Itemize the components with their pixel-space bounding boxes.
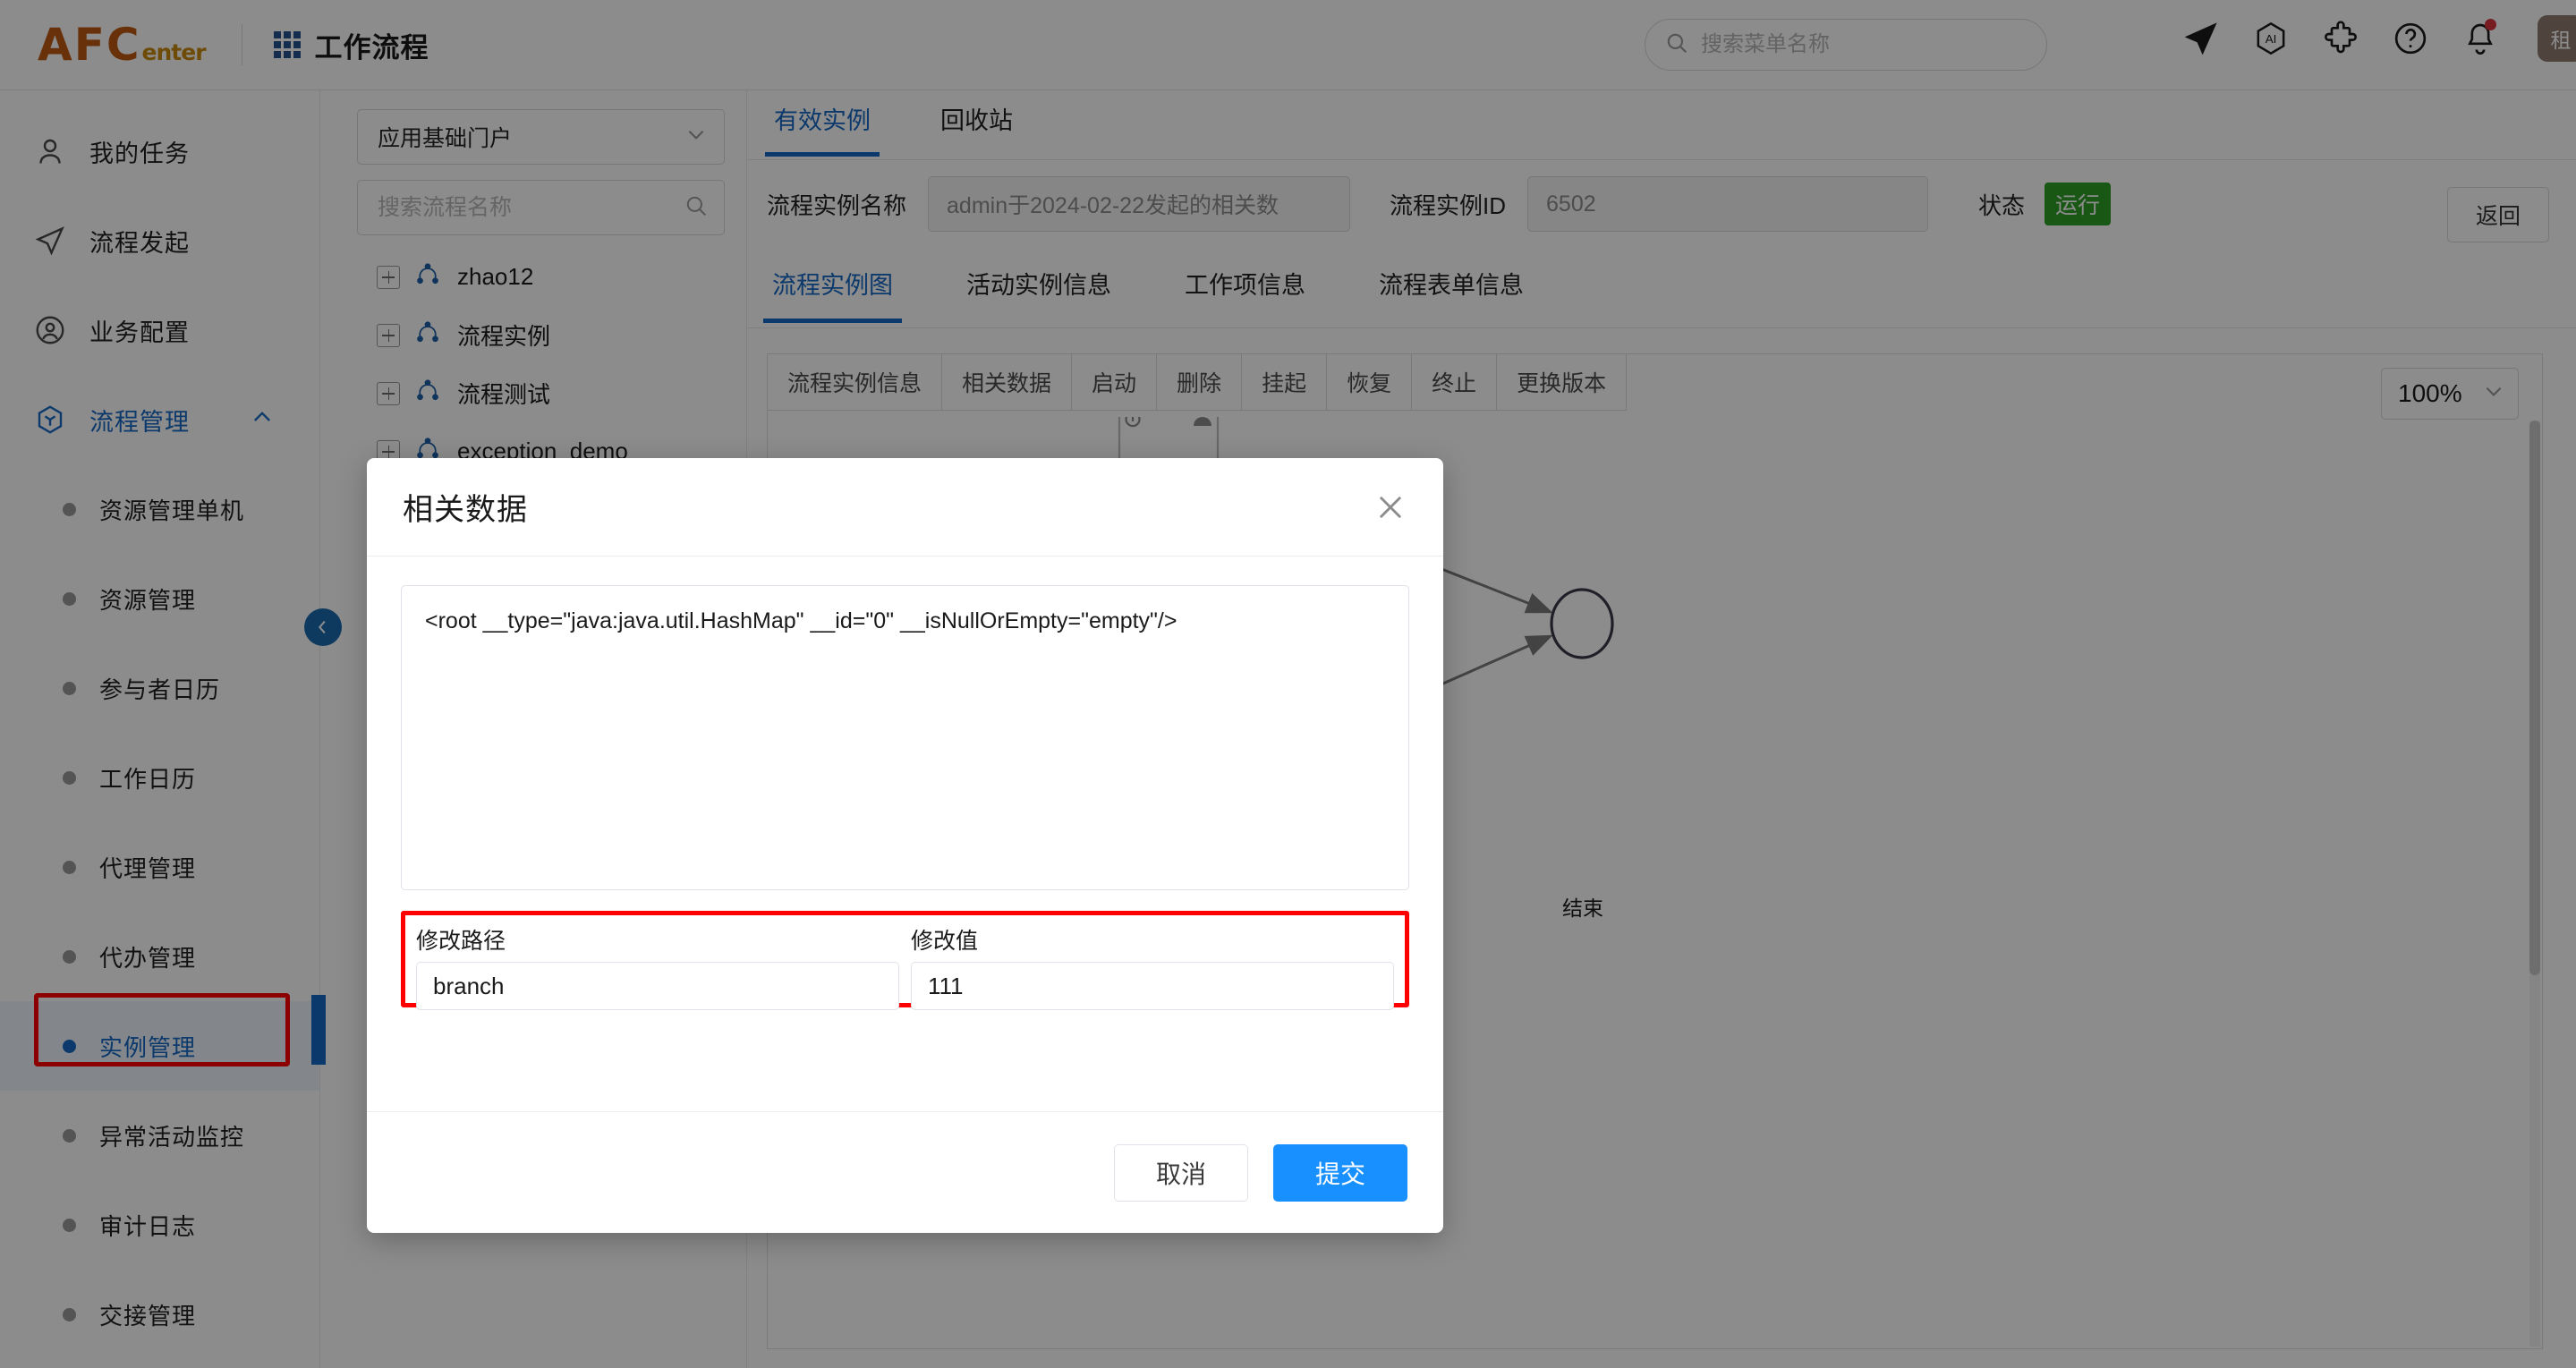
cancel-button[interactable]: 取消 [1114, 1143, 1248, 1202]
related-data-textarea[interactable] [401, 585, 1409, 890]
dialog-header: 相关数据 [367, 458, 1443, 557]
edit-fields-highlight: 修改路径 修改值 [401, 911, 1409, 1010]
modify-value-input[interactable] [911, 962, 1394, 1010]
modify-value-group: 修改值 [911, 923, 1394, 1010]
dialog-title: 相关数据 [403, 493, 528, 527]
close-icon[interactable] [1373, 490, 1407, 524]
modify-path-label: 修改路径 [416, 929, 506, 954]
dialog-body: 修改路径 修改值 [367, 557, 1443, 1010]
dialog-footer: 取消 提交 [367, 1111, 1443, 1233]
related-data-dialog: 相关数据 修改路径 修改值 取消 提交 [367, 458, 1443, 1233]
modify-value-label: 修改值 [911, 929, 979, 954]
modify-path-group: 修改路径 [416, 923, 907, 1010]
modify-path-input[interactable] [416, 962, 899, 1010]
application-window: AFC enter 工作流程 A [0, 0, 2576, 1368]
submit-button[interactable]: 提交 [1273, 1143, 1407, 1202]
